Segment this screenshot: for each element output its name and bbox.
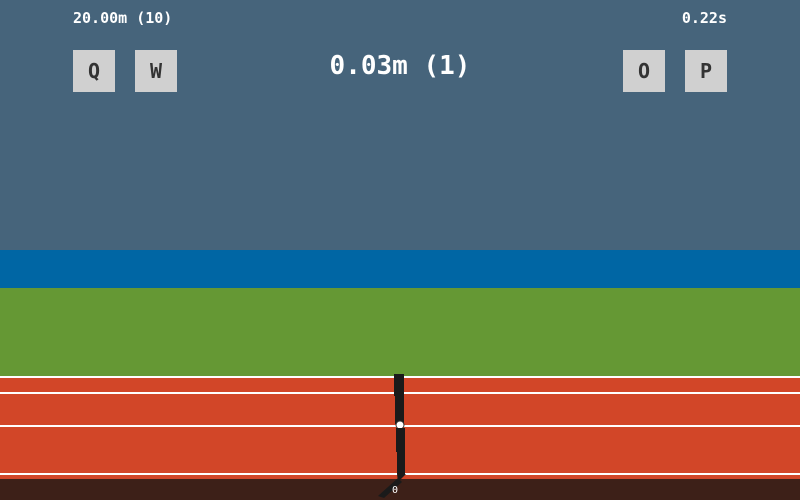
o-key-button[interactable]: O xyxy=(623,50,665,92)
w-key-button[interactable]: W xyxy=(135,50,177,92)
sky-background xyxy=(0,0,800,250)
runner-torso xyxy=(395,394,404,424)
runner-foot xyxy=(378,478,402,498)
current-distance: 0.03m (1) xyxy=(329,51,471,81)
q-key-button[interactable]: Q xyxy=(73,50,115,92)
runner-calf xyxy=(397,450,405,474)
best-score: 20.00m (10) xyxy=(73,9,173,27)
runner-figure xyxy=(378,374,410,498)
grass-field xyxy=(0,288,800,376)
runner-thigh xyxy=(396,428,405,452)
p-key-button[interactable]: P xyxy=(685,50,727,92)
runner-head xyxy=(394,374,404,396)
runner-hip-joint xyxy=(395,420,405,430)
elapsed-timer: 0.22s xyxy=(681,9,727,27)
distance-marker: 0 xyxy=(392,485,399,496)
water-band xyxy=(0,250,800,288)
